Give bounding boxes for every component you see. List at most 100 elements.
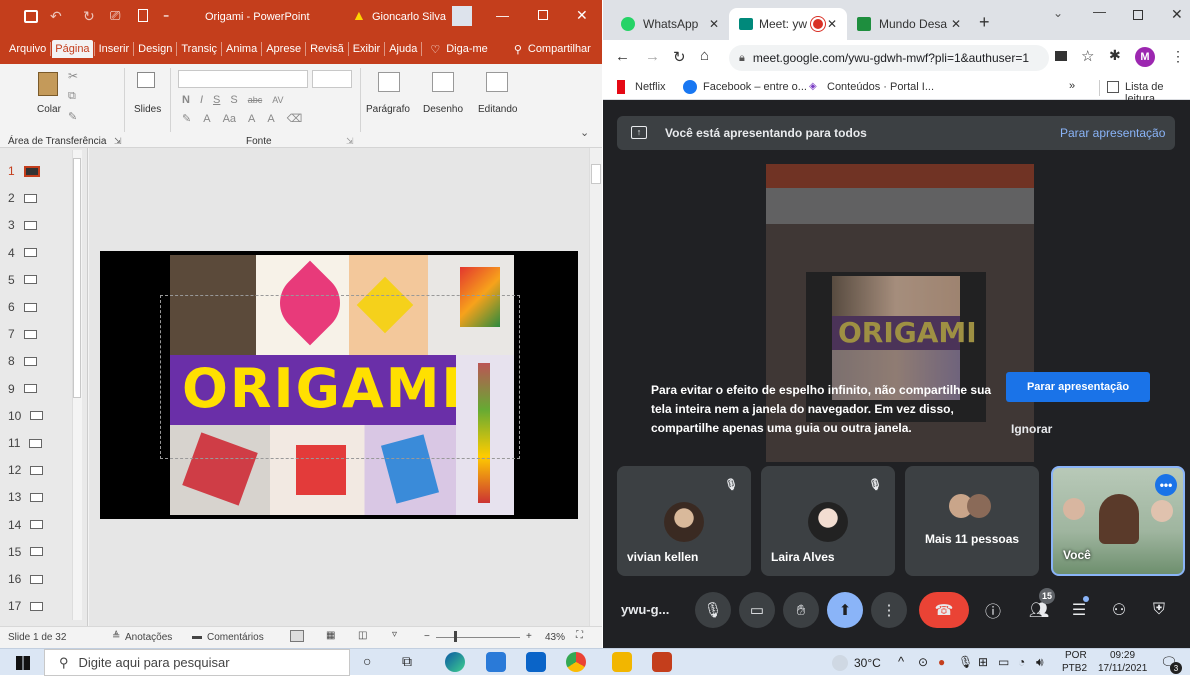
slide-thumbnail[interactable]: 10	[8, 407, 68, 425]
slideshow-view-icon[interactable]: ▿	[392, 629, 397, 640]
new-tab-icon[interactable]: +	[979, 12, 990, 33]
profile-avatar[interactable]: M	[1135, 47, 1155, 67]
drawing-icon[interactable]	[432, 72, 454, 92]
info-icon[interactable]: ⓘ	[981, 598, 1005, 622]
save-icon[interactable]	[24, 10, 38, 23]
bookmark-portal[interactable]: Conteúdos · Portal I...	[827, 81, 934, 93]
slide-thumbnail[interactable]: 14	[8, 516, 68, 534]
editing-button[interactable]: Editando	[478, 104, 517, 115]
slide-thumbnail[interactable]: 6	[8, 298, 68, 316]
underline-button[interactable]: S	[213, 94, 220, 106]
share-icon[interactable]: ⚲	[511, 40, 525, 59]
minimize-icon[interactable]: —	[1093, 4, 1106, 19]
lightbulb-icon[interactable]: ♡	[427, 40, 443, 59]
raise-hand-icon[interactable]: ✋︎	[783, 592, 819, 628]
file-explorer-icon[interactable]	[612, 652, 632, 672]
taskbar-search[interactable]: ⚲ Digite aqui para pesquisar	[44, 649, 350, 676]
cut-icon[interactable]: ✂	[68, 69, 78, 83]
reload-icon[interactable]: ↻	[673, 48, 686, 66]
slide-thumbnail[interactable]: 7	[8, 325, 68, 343]
edge-icon[interactable]	[445, 652, 465, 672]
mail-icon[interactable]	[526, 652, 546, 672]
temperature[interactable]: 30°C	[854, 656, 881, 670]
slide-thumbnail[interactable]: 17	[8, 597, 68, 615]
slide-thumbnail[interactable]: 15	[8, 543, 68, 561]
more-options-icon[interactable]: •••	[1155, 474, 1177, 496]
account-avatar[interactable]	[452, 6, 472, 26]
account-name[interactable]: Gioncarlo Silva	[372, 11, 446, 23]
zoom-slider-thumb[interactable]	[454, 631, 457, 642]
omnibox[interactable]: 🔒︎ meet.google.com/ywu-gdwh-mwf?pli=1&au…	[729, 45, 1049, 71]
back-icon[interactable]: ←	[615, 48, 630, 65]
warning-icon[interactable]: ▲	[352, 7, 366, 23]
tab-meet[interactable]: Meet: yw ✕	[729, 8, 847, 40]
reading-view-icon[interactable]: ◫	[358, 630, 367, 641]
tray-network-icon[interactable]: ⊞	[978, 655, 988, 669]
font-color-button[interactable]: A	[203, 113, 210, 125]
participant-tile-self[interactable]: ••• Você	[1051, 466, 1185, 576]
extensions-icon[interactable]: ✱	[1109, 47, 1121, 64]
copy-icon[interactable]: ⧉	[68, 90, 76, 103]
participant-tile-laira[interactable]: 🎙︎ Laira Alves	[761, 466, 895, 576]
tab-mundo[interactable]: Mundo Desa ✕	[847, 8, 971, 40]
tab-close-icon[interactable]: ✕	[709, 17, 719, 31]
powerpoint-taskbar-icon[interactable]	[652, 652, 672, 672]
notes-icon[interactable]: ≜	[112, 631, 120, 642]
comments-button[interactable]: Comentários	[207, 632, 264, 643]
font-launcher-icon[interactable]: ⇲	[346, 136, 354, 147]
close-icon[interactable]: ✕	[1171, 6, 1183, 23]
canvas-scroll-thumb[interactable]	[591, 164, 601, 184]
strikethrough-button[interactable]: abc	[248, 95, 263, 105]
grow-font-button[interactable]: A	[248, 113, 255, 125]
tray-app-icon[interactable]: ⊙	[918, 655, 928, 669]
tab-design[interactable]: Design	[135, 40, 175, 58]
clock-time[interactable]: 09:29	[1110, 650, 1135, 661]
chrome-menu-icon[interactable]: ⋮	[1171, 48, 1185, 65]
maximize-icon[interactable]	[1133, 10, 1143, 20]
thumbs-scroll-thumb[interactable]	[73, 158, 81, 398]
stop-presenting-link[interactable]: Parar apresentação	[1060, 126, 1165, 140]
notes-button[interactable]: Anotações	[125, 632, 172, 643]
redo-icon[interactable]: ↻	[83, 8, 95, 25]
spacing-button[interactable]: AV	[272, 95, 283, 105]
minimize-icon[interactable]: —	[496, 8, 509, 23]
collapse-ribbon-icon[interactable]: ⌄	[580, 126, 589, 139]
slide-thumbnail[interactable]: 2	[8, 189, 68, 207]
editing-icon[interactable]	[486, 72, 508, 92]
slide-preview[interactable]: ORIGAMI	[100, 251, 578, 519]
bookmark-facebook[interactable]: Facebook – entre o...	[703, 81, 807, 93]
forward-icon[interactable]: →	[645, 48, 660, 65]
sorter-view-icon[interactable]: ▦	[326, 630, 335, 641]
zoom-out-icon[interactable]: −	[424, 631, 430, 642]
undo-icon[interactable]: ↶	[50, 8, 62, 25]
tab-revisao[interactable]: Revisã	[307, 40, 347, 58]
tray-battery-icon[interactable]: ▭	[998, 655, 1009, 669]
paragraph-icon[interactable]	[378, 72, 400, 92]
tab-pagina[interactable]: Página	[52, 40, 93, 58]
slide-thumbnail[interactable]: 1	[8, 162, 68, 180]
close-icon[interactable]: ✕	[576, 7, 588, 24]
tab-inserir[interactable]: Inserir	[96, 40, 133, 58]
tab-apresentacao[interactable]: Aprese	[263, 40, 304, 58]
tab-whatsapp[interactable]: WhatsApp ✕	[611, 8, 729, 40]
home-icon[interactable]: ⌂	[700, 47, 709, 64]
camera-icon[interactable]	[1055, 51, 1067, 61]
activities-icon[interactable]: ⚇	[1107, 598, 1131, 622]
format-painter-icon[interactable]: ✎	[68, 110, 77, 123]
more-options-icon[interactable]: ⋮	[871, 592, 907, 628]
lang-bottom[interactable]: PTB2	[1062, 663, 1087, 674]
tab-close-icon[interactable]: ✕	[951, 17, 961, 31]
comments-icon[interactable]: ▬	[192, 631, 202, 642]
normal-view-icon[interactable]	[290, 630, 304, 642]
reading-list-icon[interactable]	[1107, 81, 1119, 93]
customize-qat-icon[interactable]: ₌	[163, 7, 169, 21]
paste-label[interactable]: Colar	[37, 104, 61, 115]
tray-mic-icon[interactable]: 🎙︎	[958, 655, 973, 669]
slide-thumbnail[interactable]: 8	[8, 352, 68, 370]
bookmark-netflix[interactable]: Netflix	[635, 81, 666, 93]
tab-arquivo[interactable]: Arquivo	[6, 40, 49, 58]
change-case-button[interactable]: Aa	[223, 113, 236, 125]
store-icon[interactable]	[486, 652, 506, 672]
drawing-button[interactable]: Desenho	[423, 104, 463, 115]
presenter-icon[interactable]: ⎚	[110, 8, 120, 24]
